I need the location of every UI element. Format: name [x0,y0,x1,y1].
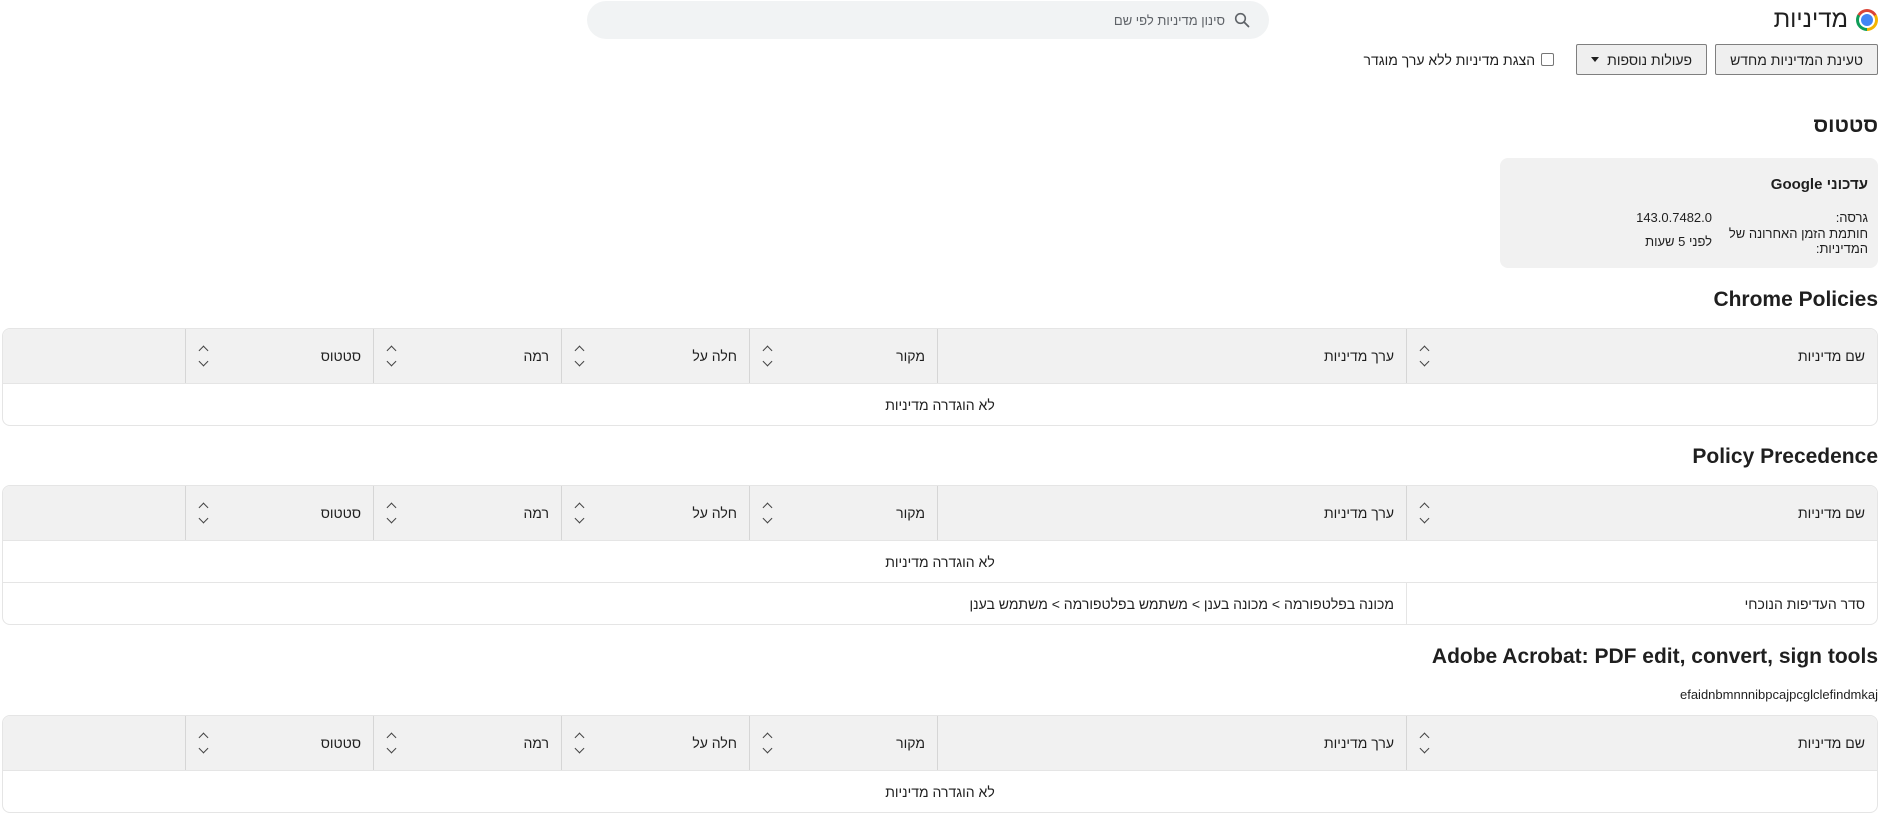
brand: מדיניות [1774,6,1878,34]
column-header-applies[interactable]: חלה על [561,329,749,383]
policy-name-cell: סדר העדיפות הנוכחי [1406,583,1877,624]
table-header: שם מדיניות ערך מדיניות מקור חלה על רמה ס… [3,329,1877,383]
column-header-level[interactable]: רמה [373,716,561,770]
column-header-source[interactable]: מקור [749,329,937,383]
sort-icon[interactable] [762,501,772,525]
search-icon [1227,12,1257,28]
empty-row: לא הוגדרה מדיניות [3,383,1877,425]
column-header-applies[interactable]: חלה על [561,716,749,770]
column-header-value: ערך מדיניות [937,486,1406,540]
column-header-level[interactable]: רמה [373,486,561,540]
caret-down-icon [1591,57,1600,62]
header: מדיניות [0,0,1880,40]
sort-icon[interactable] [574,731,584,755]
timestamp-value: לפני 5 שעות [1645,233,1712,249]
show-unset-label: הצגת מדיניות ללא ערך מוגדר [1363,51,1536,68]
more-actions-label: פעולות נוספות [1607,51,1693,68]
table-header: שם מדיניות ערך מדיניות מקור חלה על רמה ס… [3,716,1877,770]
reload-policies-label: טעינת המדיניות מחדש [1730,51,1863,68]
version-label: גרסה: [1835,209,1868,225]
sort-icon[interactable] [386,501,396,525]
status-card: עדכוני Google גרסה: 143.0.7482.0 חותמת ה… [1500,158,1878,268]
policy-precedence-table: שם מדיניות ערך מדיניות מקור חלה על רמה ס… [2,485,1878,625]
column-header-source[interactable]: מקור [749,716,937,770]
column-header-status[interactable]: סטטוס [185,716,373,770]
column-header-source[interactable]: מקור [749,486,937,540]
sort-icon[interactable] [1419,731,1429,755]
policy-precedence-heading: Policy Precedence [1692,445,1878,468]
column-header-status[interactable]: סטטוס [185,486,373,540]
chrome-policies-table: שם מדיניות ערך מדיניות מקור חלה על רמה ס… [2,328,1878,426]
column-header-applies[interactable]: חלה על [561,486,749,540]
sort-icon[interactable] [386,731,396,755]
sort-icon[interactable] [198,344,208,368]
table-header: שם מדיניות ערך מדיניות מקור חלה על רמה ס… [3,486,1877,540]
extension-heading: Adobe Acrobat: PDF edit, convert, sign t… [1431,645,1878,668]
status-heading: סטטוס [1813,114,1878,137]
column-header-spacer [3,329,185,383]
column-header-name[interactable]: שם מדיניות [1406,486,1877,540]
column-header-spacer [3,716,185,770]
extension-policies-table: שם מדיניות ערך מדיניות מקור חלה על רמה ס… [2,715,1878,813]
chrome-policies-heading: Chrome Policies [1713,288,1878,311]
empty-row: לא הוגדרה מדיניות [3,770,1877,812]
chrome-logo-icon [1856,9,1878,31]
policy-page: מדיניות טעינת המדיניות מחדש פעולות נוספו… [0,0,1880,817]
timestamp-row: חותמת הזמן האחרונה של המדיניות: לפני 5 ש… [1510,226,1868,256]
reload-policies-button[interactable]: טעינת המדיניות מחדש [1715,44,1878,75]
sort-icon[interactable] [574,344,584,368]
sort-icon[interactable] [1419,344,1429,368]
column-header-name[interactable]: שם מדיניות [1406,329,1877,383]
sort-icon[interactable] [762,344,772,368]
toolbar: טעינת המדיניות מחדש פעולות נוספות הצגת מ… [1364,44,1878,75]
show-unset-toggle[interactable]: הצגת מדיניות ללא ערך מוגדר [1364,52,1555,68]
table-row[interactable]: סדר העדיפות הנוכחי מכונה בפלטפורמה > מכו… [3,582,1877,624]
empty-row: לא הוגדרה מדיניות [3,540,1877,582]
policy-value-cell: מכונה בפלטפורמה > מכונה בענן > משתמש בפל… [969,595,1394,612]
version-value: 143.0.7482.0 [1636,209,1712,225]
search-input[interactable] [623,11,1227,29]
column-header-value: ערך מדיניות [937,329,1406,383]
more-actions-button[interactable]: פעולות נוספות [1576,44,1708,75]
sort-icon[interactable] [762,731,772,755]
page-title: מדיניות [1773,6,1848,33]
column-header-spacer [3,486,185,540]
sort-icon[interactable] [198,501,208,525]
show-unset-checkbox[interactable] [1541,53,1555,66]
column-header-status[interactable]: סטטוס [185,329,373,383]
search-box[interactable] [587,1,1269,39]
timestamp-label: חותמת הזמן האחרונה של המדיניות: [1728,226,1868,256]
sort-icon[interactable] [386,344,396,368]
sort-icon[interactable] [574,501,584,525]
column-header-value: ערך מדיניות [937,716,1406,770]
sort-icon[interactable] [1419,501,1429,525]
status-card-title: עדכוני Google [1770,176,1868,193]
extension-id: efaidnbmnnnibpcajpcglclefindmkaj [1679,687,1878,702]
sort-icon[interactable] [198,731,208,755]
column-header-level[interactable]: רמה [373,329,561,383]
column-header-name[interactable]: שם מדיניות [1406,716,1877,770]
